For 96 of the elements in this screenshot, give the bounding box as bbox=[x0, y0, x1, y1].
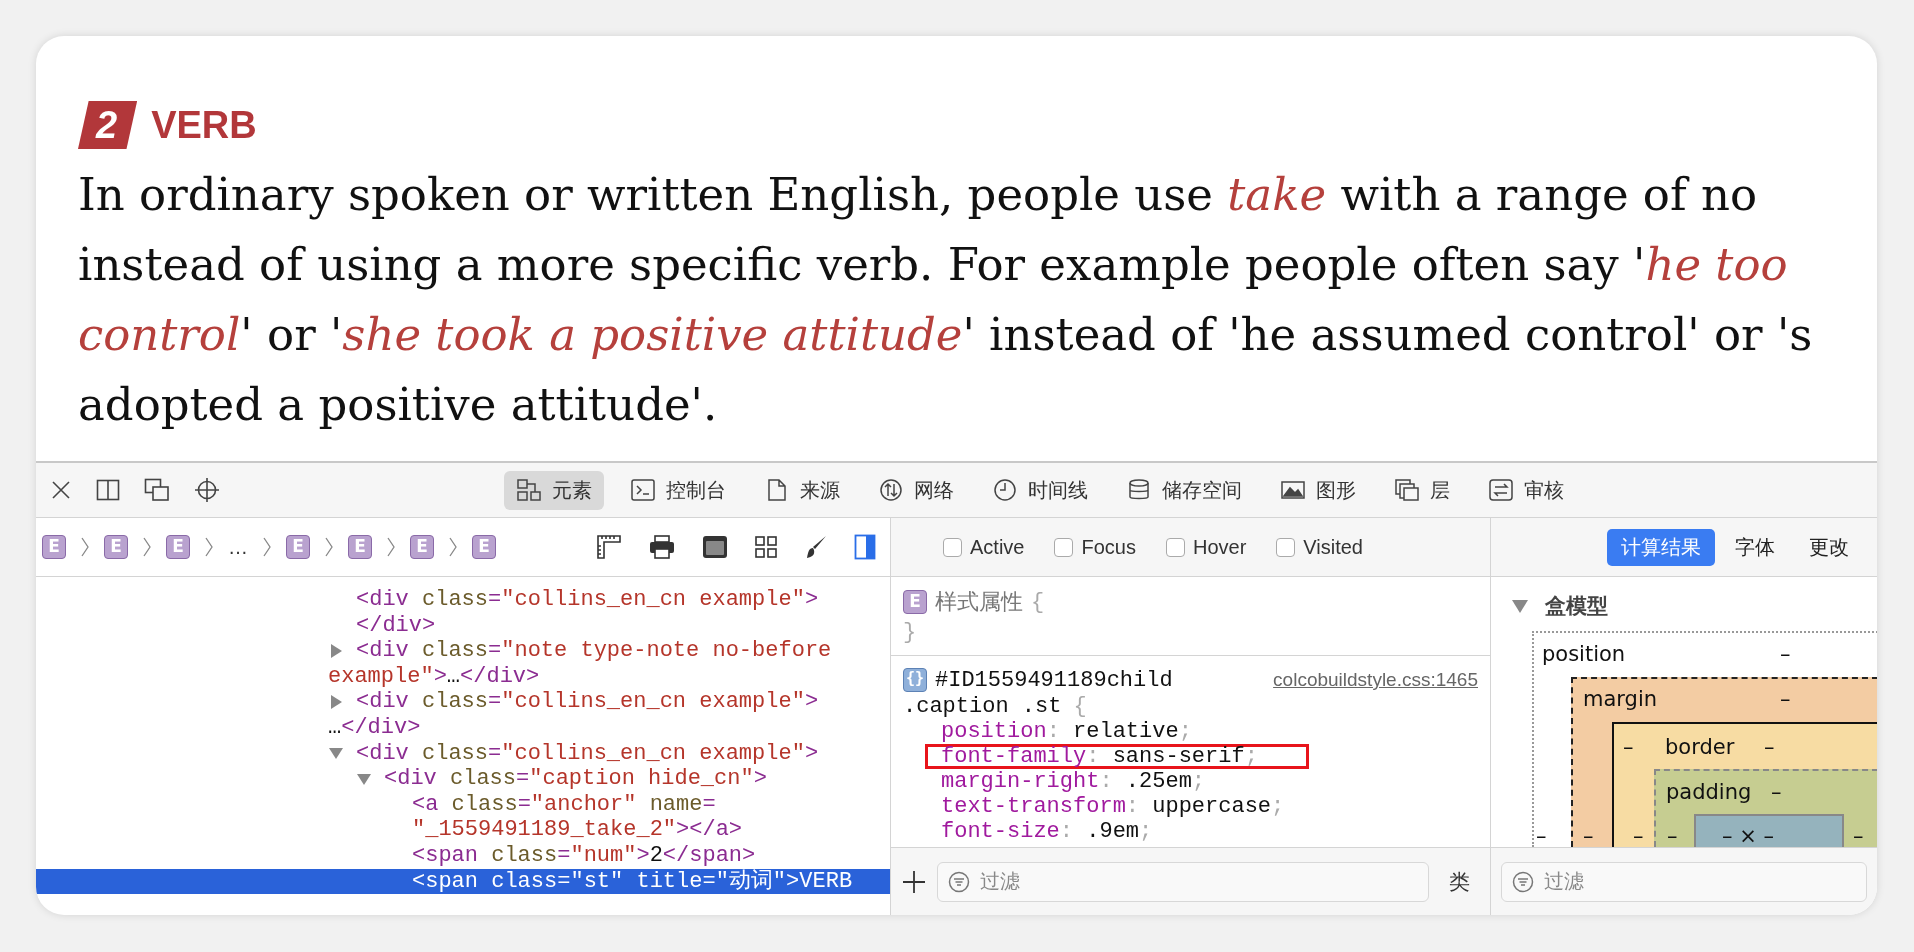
filter-field[interactable]: 过滤 bbox=[1501, 861, 1867, 902]
chevron-icon bbox=[142, 535, 152, 559]
swap-arrows-icon bbox=[1488, 478, 1514, 502]
sidebar-tab[interactable]: 更改 bbox=[1795, 528, 1863, 566]
css-selector: #ID1559491189child bbox=[935, 667, 1173, 693]
sidebar-icon[interactable] bbox=[854, 534, 876, 560]
pseudo-class-checkbox[interactable]: Hover bbox=[1165, 535, 1247, 559]
crosshair-icon[interactable] bbox=[194, 477, 220, 503]
panel-tab[interactable]: 时间线 bbox=[980, 470, 1100, 510]
content-size: – × – bbox=[1722, 823, 1774, 847]
panel-tab[interactable]: 控制台 bbox=[618, 470, 738, 510]
panel-tab[interactable]: 储存空间 bbox=[1114, 470, 1254, 510]
close-icon[interactable] bbox=[50, 479, 72, 501]
dom-node[interactable]: <span class="st" title="动词">VERB bbox=[36, 868, 890, 895]
panel-tab[interactable]: 来源 bbox=[752, 470, 852, 510]
chevron-icon bbox=[386, 535, 396, 559]
dom-node[interactable]: <div class="collins_en_cn example"> </div> bbox=[36, 587, 890, 639]
plus-icon[interactable] bbox=[901, 868, 927, 895]
disclosure-triangle-icon[interactable] bbox=[328, 694, 344, 711]
panel-tab[interactable]: 层 bbox=[1382, 470, 1462, 510]
definition-line: control' or 'she took a positive attitude' instead of 'he assumed control' or 's bbox=[78, 307, 1814, 363]
filter-field[interactable]: 过滤 bbox=[937, 861, 1429, 902]
box-label: position bbox=[1542, 641, 1626, 667]
style-attribute-label: 样式属性 bbox=[935, 588, 1023, 616]
definition-line: In ordinary spoken or written English, people use take with a range of no bbox=[78, 167, 1758, 223]
panel-tab[interactable]: 元素 bbox=[504, 470, 604, 510]
brace: } bbox=[903, 619, 917, 645]
css-declaration[interactable]: margin-right: .25em; bbox=[903, 769, 1478, 794]
database-icon bbox=[1126, 478, 1152, 502]
css-declaration[interactable]: font-size: .9em; bbox=[903, 819, 1478, 844]
definition-line: instead of using a more specific verb. For example people often say 'he too bbox=[78, 237, 1789, 293]
dom-node[interactable]: <a class="anchor" name= "_1559491189_take_2"></a> bbox=[36, 791, 890, 843]
box-value: – bbox=[1583, 823, 1594, 847]
box-value: – bbox=[1853, 823, 1864, 847]
image-icon bbox=[1280, 478, 1306, 502]
chevron-icon bbox=[324, 535, 334, 559]
dom-node[interactable]: <div class="collins_en_cn example"> …</div> bbox=[36, 689, 890, 741]
disclosure-triangle-icon[interactable] bbox=[328, 643, 344, 659]
disclosure-triangle-icon[interactable] bbox=[1511, 598, 1529, 614]
chevron-icon bbox=[80, 535, 90, 559]
box-value: – bbox=[1771, 779, 1782, 805]
ruler-icon[interactable] bbox=[596, 534, 622, 560]
css-declaration[interactable]: font-family: sans-serif; bbox=[925, 744, 1309, 769]
filter-icon bbox=[1512, 870, 1534, 893]
panel-tab[interactable]: 网络 bbox=[866, 470, 966, 510]
box-label: border bbox=[1665, 734, 1735, 760]
css-declaration[interactable]: text-transform: uppercase; bbox=[903, 794, 1478, 819]
brace: { bbox=[1073, 694, 1087, 719]
panel-tab[interactable]: 审核 bbox=[1476, 470, 1576, 510]
dom-node[interactable]: <span class="num">2</span> bbox=[36, 842, 890, 869]
rule-badge: {} bbox=[903, 668, 927, 692]
chevron-icon bbox=[262, 535, 272, 559]
box-value: – bbox=[1536, 823, 1547, 847]
terminal-icon bbox=[630, 478, 656, 502]
tree-icon bbox=[516, 478, 542, 502]
box-value: – bbox=[1667, 823, 1678, 847]
filter-input[interactable]: 过滤 bbox=[978, 863, 1428, 900]
layers-icon bbox=[1394, 478, 1420, 502]
grid-icon[interactable] bbox=[754, 535, 778, 559]
dom-node[interactable]: <div class="note type-note no-before example">…</div> bbox=[36, 638, 890, 690]
pseudo-class-checkbox[interactable]: Focus bbox=[1054, 535, 1136, 559]
chevron-icon bbox=[204, 535, 214, 559]
source-link[interactable]: colcobuildstyle.css:1465 bbox=[1273, 669, 1478, 691]
pseudo-class-checkbox[interactable]: Visited bbox=[1276, 535, 1363, 559]
dom-node[interactable]: <div class="caption hide_cn"> bbox=[36, 766, 890, 792]
box-value: – bbox=[1780, 686, 1791, 712]
brush-icon[interactable] bbox=[804, 534, 828, 560]
panel-tab[interactable]: 图形 bbox=[1268, 470, 1368, 510]
windows-icon[interactable] bbox=[144, 478, 170, 502]
class-button[interactable]: 类 bbox=[1439, 867, 1480, 896]
brace: { bbox=[1031, 589, 1045, 615]
definition-line: adopted a positive attitude'. bbox=[78, 377, 719, 433]
sidebar-tab[interactable]: 字体 bbox=[1721, 528, 1789, 566]
css-selector: .caption .st bbox=[903, 694, 1062, 719]
css-declaration[interactable]: position: relative; bbox=[903, 719, 1478, 744]
clock-icon bbox=[992, 478, 1018, 502]
box-label: padding bbox=[1666, 779, 1752, 805]
chevron-icon bbox=[448, 535, 458, 559]
breadcrumb-ellipsis[interactable]: … bbox=[228, 535, 248, 559]
dom-node[interactable]: <div class="collins_en_cn example"> bbox=[36, 740, 890, 767]
part-of-speech: VERB bbox=[151, 103, 257, 147]
printer-icon[interactable] bbox=[648, 534, 676, 560]
pseudo-class-checkbox[interactable]: Active bbox=[943, 535, 1025, 559]
box-value: – bbox=[1633, 823, 1644, 847]
filter-icon bbox=[948, 870, 970, 893]
box-value: – bbox=[1623, 734, 1634, 760]
box-value: – bbox=[1764, 734, 1775, 760]
sense-number-badge: 2 bbox=[78, 101, 138, 149]
sidebar-tab[interactable]: 计算结果 bbox=[1607, 528, 1715, 566]
element-badge: E bbox=[903, 590, 927, 614]
section-title: 盒模型 bbox=[1545, 593, 1608, 619]
box-value: – bbox=[1780, 641, 1791, 667]
window-icon[interactable] bbox=[702, 535, 728, 559]
split-pane-icon[interactable] bbox=[96, 479, 120, 501]
arrows-circle-icon bbox=[878, 478, 904, 502]
box-label: margin bbox=[1583, 686, 1658, 712]
